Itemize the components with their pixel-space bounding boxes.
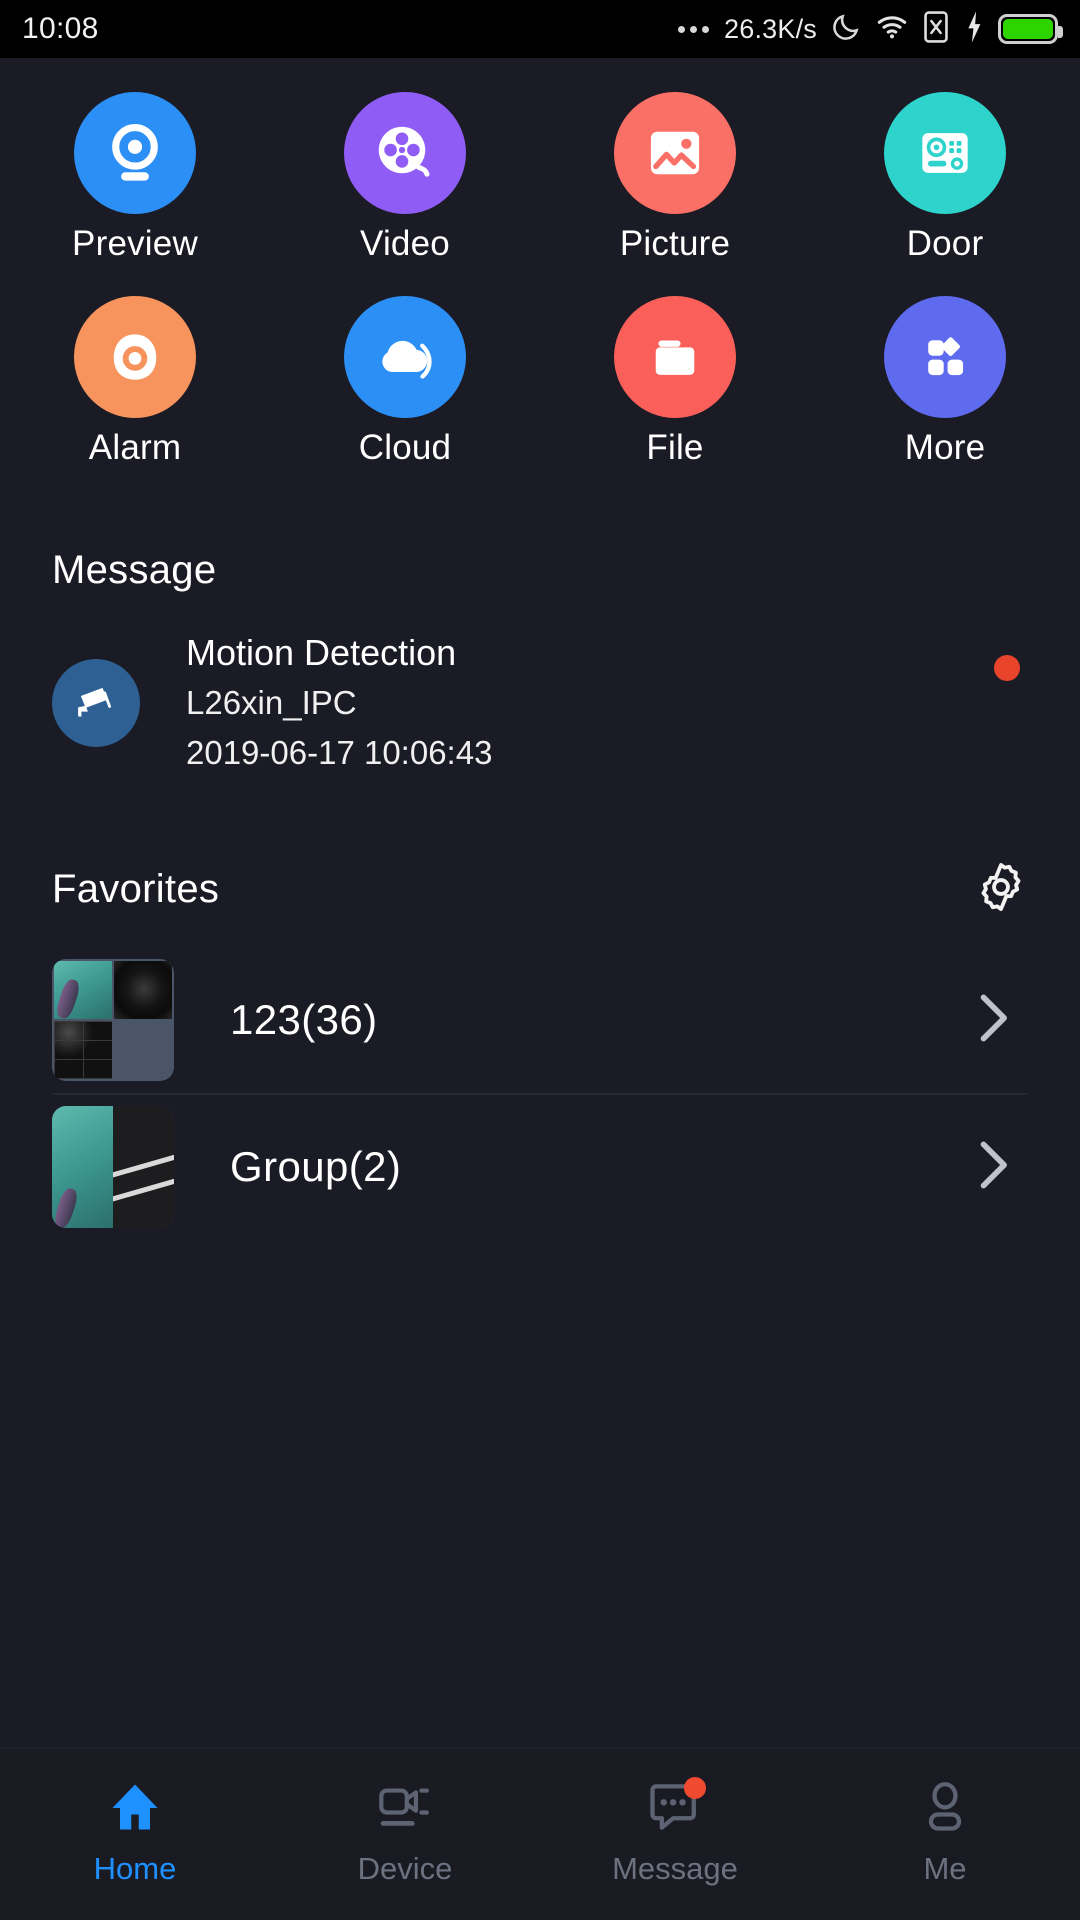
favorites-list: 123(36) Group(2) [52, 947, 1028, 1239]
shortcut-label: Cloud [358, 428, 452, 467]
shortcut-cloud[interactable]: Cloud [270, 296, 540, 468]
charging-bolt-icon [963, 10, 985, 49]
grid-apps-icon [884, 296, 1006, 418]
webcam-icon [74, 92, 196, 214]
favorites-list-item[interactable]: Group(2) [52, 1093, 1028, 1239]
tab-label: Me [923, 1851, 967, 1886]
camera-pair-thumbnail [52, 1106, 174, 1229]
chevron-right-icon [968, 1135, 1014, 1200]
shortcut-label: More [904, 428, 986, 467]
shortcut-door[interactable]: Door [810, 92, 1080, 264]
sim-x-icon [922, 10, 950, 49]
message-list-item[interactable]: Motion Detection L26xin_IPC 2019-06-17 1… [52, 627, 1028, 778]
status-bar-clock: 10:08 [22, 12, 99, 45]
shortcut-grid: Preview Video Picture Door Alarm Cloud F… [0, 58, 1080, 468]
tab-label: Home [93, 1851, 177, 1886]
shortcut-label: Picture [619, 224, 731, 263]
bottom-tab-bar: Home Device Message Me [0, 1748, 1080, 1920]
tab-device[interactable]: Device [270, 1775, 540, 1887]
cloud-icon [344, 296, 466, 418]
shortcut-preview[interactable]: Preview [0, 92, 270, 264]
favorites-item-label: 123(36) [230, 996, 378, 1044]
film-reel-icon [344, 92, 466, 214]
shortcut-label: Door [906, 224, 984, 263]
shortcut-row-1: Preview Video Picture Door [0, 92, 1080, 264]
siren-icon [74, 296, 196, 418]
gear-icon[interactable] [974, 860, 1028, 919]
folder-icon [614, 296, 736, 418]
status-bar: 10:08 26.3K/s [0, 0, 1080, 58]
message-timestamp: 2019-06-17 10:06:43 [186, 734, 493, 772]
tab-label: Message [612, 1851, 738, 1886]
moon-icon [830, 11, 862, 48]
shortcut-video[interactable]: Video [270, 92, 540, 264]
shortcut-row-2: Alarm Cloud File More [0, 296, 1080, 468]
doorbell-panel-icon [884, 92, 1006, 214]
tab-label: Device [357, 1851, 453, 1886]
message-section-title: Message [52, 548, 217, 592]
message-title: Motion Detection [186, 632, 457, 673]
shortcut-label: Preview [72, 224, 198, 263]
chat-bubble-icon [646, 1775, 706, 1839]
shortcut-label: Video [360, 224, 450, 263]
video-camera-icon [374, 1775, 436, 1839]
tab-message[interactable]: Message [540, 1775, 810, 1887]
wifi-icon [875, 11, 909, 48]
favorites-item-label: Group(2) [230, 1143, 402, 1191]
more-dots-icon [678, 25, 710, 33]
favorites-header: Favorites [52, 860, 1028, 919]
shortcut-picture[interactable]: Picture [540, 92, 810, 264]
tab-home[interactable]: Home [0, 1775, 270, 1887]
tab-me[interactable]: Me [810, 1775, 1080, 1887]
shortcut-label: File [646, 428, 704, 467]
person-icon [917, 1775, 973, 1839]
message-text-block: Motion Detection L26xin_IPC 2019-06-17 1… [186, 627, 492, 778]
shortcut-label: Alarm [88, 428, 182, 467]
favorites-section: Favorites 123(36) Group(2) [0, 860, 1080, 1239]
tab-unread-badge [684, 1777, 706, 1799]
shortcut-more[interactable]: More [810, 296, 1080, 468]
cctv-camera-icon [52, 658, 140, 747]
shortcut-file[interactable]: File [540, 296, 810, 468]
home-icon [105, 1775, 165, 1839]
unread-dot-badge [994, 655, 1020, 681]
favorites-section-title: Favorites [52, 867, 220, 912]
message-section: Message Motion Detection L26xin_IPC 2019… [0, 548, 1080, 778]
camera-grid-thumbnail [52, 959, 174, 1082]
chevron-right-icon [968, 988, 1014, 1053]
shortcut-alarm[interactable]: Alarm [0, 296, 270, 468]
battery-icon [998, 14, 1063, 44]
network-speed-label: 26.3K/s [724, 13, 817, 44]
favorites-list-item[interactable]: 123(36) [52, 947, 1028, 1093]
image-icon [614, 92, 736, 214]
message-device-name: L26xin_IPC [186, 684, 357, 722]
status-bar-indicators: 26.3K/s [678, 10, 1063, 49]
